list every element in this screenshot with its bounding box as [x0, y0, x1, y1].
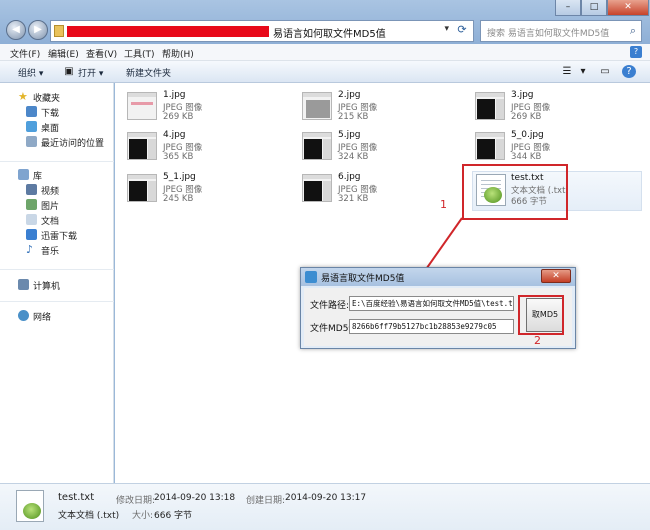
md5-field[interactable]: 8266b6ff79b5127bc1b28853e9279c05 [349, 319, 514, 334]
created-label: 创建日期: [246, 496, 286, 506]
dialog-title: 易语言取文件MD5值 [321, 274, 405, 284]
modified-value: 2014-09-20 13:18 [154, 493, 236, 503]
created-value: 2014-09-20 13:17 [285, 493, 367, 503]
path-field[interactable]: E:\百度经验\易语言如何取文件MD5值\test.txt [349, 296, 514, 311]
explorer-window: – □ ✕ ◀ ▶ 易语言如何取文件MD5值 ▾ ⟳ 搜索 易语言如何取文件MD… [0, 0, 650, 530]
app-icon [305, 271, 317, 283]
path-label: 文件路径: [310, 301, 350, 311]
details-pane: test.txt 文本文档 (.txt) 修改日期: 2014-09-20 13… [0, 483, 650, 530]
annotation-highlight-button [518, 295, 564, 335]
details-file-name: test.txt [58, 492, 95, 503]
size-value: 666 字节 [154, 511, 193, 521]
text-file-icon [16, 490, 44, 522]
details-file-type: 文本文档 (.txt) [58, 511, 120, 521]
annotation-number-2: 2 [534, 334, 541, 347]
size-label: 大小: [132, 511, 154, 521]
dialog-title-bar[interactable]: 易语言取文件MD5值 ✕ [301, 268, 575, 286]
dialog-close-button[interactable]: ✕ [541, 269, 571, 283]
annotation-arrows [406, 217, 519, 334]
modified-label: 修改日期: [116, 496, 156, 506]
